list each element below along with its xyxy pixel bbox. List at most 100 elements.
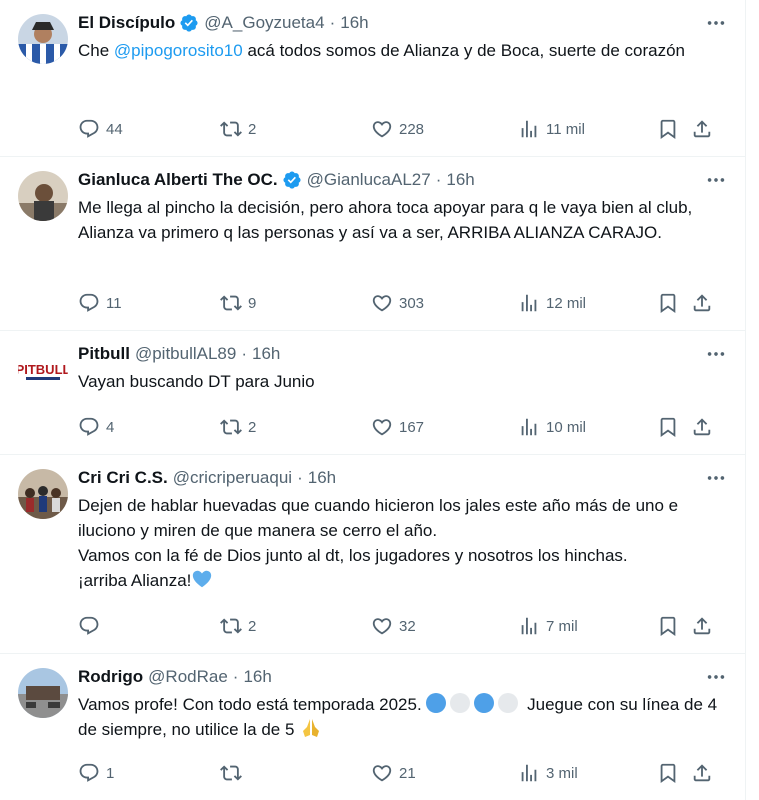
retweet-icon (220, 615, 242, 637)
more-icon[interactable] (703, 169, 729, 191)
heart-icon (371, 416, 393, 438)
bookmark-button[interactable] (657, 760, 679, 786)
bookmark-button[interactable] (657, 613, 679, 639)
reply-button[interactable]: 44 (78, 116, 123, 142)
tweet-header: Rodrigo @RodRae · 16h (78, 666, 729, 688)
display-name[interactable]: Rodrigo (78, 667, 143, 687)
reply-icon (78, 416, 100, 438)
views-button[interactable]: 7 mil (518, 613, 578, 639)
white-circle-emoji-icon (498, 693, 519, 713)
tweet-content: Gianluca Alberti The OC. @GianlucaAL27 ·… (78, 169, 729, 245)
tweet-header: Gianluca Alberti The OC. @GianlucaAL27 ·… (78, 169, 729, 191)
like-button[interactable]: 167 (371, 414, 424, 440)
retweet-button[interactable]: 9 (220, 290, 256, 316)
tweet[interactable]: PITBULL Pitbull @pitbullAL89 · 16h Vayan… (0, 331, 745, 455)
bookmark-button[interactable] (657, 290, 679, 316)
reply-button[interactable]: 11 (78, 290, 122, 316)
retweet-icon (220, 118, 242, 140)
tweet[interactable]: Gianluca Alberti The OC. @GianlucaAL27 ·… (0, 157, 745, 331)
verified-badge-icon (282, 170, 302, 190)
user-handle[interactable]: @RodRae (148, 667, 228, 687)
white-circle-emoji-icon (450, 693, 471, 713)
retweet-button[interactable]: 2 (220, 613, 256, 639)
views-button[interactable]: 10 mil (518, 414, 586, 440)
reply-button[interactable]: 1 (78, 760, 114, 786)
tweet[interactable]: El Discípulo @A_Goyzueta4 · 16h Che @pip… (0, 0, 745, 157)
share-button[interactable] (691, 116, 713, 142)
display-name[interactable]: El Discípulo (78, 13, 175, 33)
retweet-button[interactable] (220, 760, 248, 786)
more-icon[interactable] (703, 343, 729, 365)
separator-dot: · (329, 13, 336, 32)
heart-icon (371, 615, 393, 637)
svg-text:PITBULL: PITBULL (18, 362, 68, 377)
retweet-button[interactable]: 2 (220, 414, 256, 440)
heart-icon (371, 762, 393, 784)
view-count: 10 mil (546, 418, 587, 436)
views-icon (518, 416, 540, 438)
share-icon (691, 118, 713, 140)
avatar[interactable] (18, 668, 68, 718)
user-handle[interactable]: @pitbullAL89 (135, 344, 236, 364)
reply-icon (78, 615, 100, 637)
tweet-header: Pitbull @pitbullAL89 · 16h (78, 343, 729, 365)
avatar[interactable] (18, 469, 68, 519)
timestamp[interactable]: 16h (252, 344, 280, 364)
share-button[interactable] (691, 613, 713, 639)
user-handle[interactable]: @cricriperuaqui (173, 468, 292, 488)
mention-link[interactable]: @pipogorosito10 (114, 41, 243, 60)
view-count: 7 mil (546, 617, 578, 635)
retweet-button[interactable]: 2 (220, 116, 256, 142)
bookmark-button[interactable] (657, 414, 679, 440)
more-icon[interactable] (703, 12, 729, 34)
tweet-header: El Discípulo @A_Goyzueta4 · 16h (78, 12, 729, 34)
display-name[interactable]: Gianluca Alberti The OC. (78, 170, 278, 190)
blue-circle-emoji-icon (474, 693, 495, 713)
bookmark-button[interactable] (657, 116, 679, 142)
tweet-content: Cri Cri C.S. @cricriperuaqui · 16h Dejen… (78, 467, 729, 593)
tweet-content: Pitbull @pitbullAL89 · 16h Vayan buscand… (78, 343, 729, 394)
retweet-count: 2 (248, 418, 257, 436)
avatar[interactable]: PITBULL (18, 345, 68, 395)
reply-icon (78, 292, 100, 314)
like-button[interactable]: 32 (371, 613, 416, 639)
reply-button[interactable] (78, 613, 106, 639)
separator-dot: · (435, 170, 442, 189)
more-icon[interactable] (703, 666, 729, 688)
like-count: 167 (399, 418, 425, 436)
views-icon (518, 762, 540, 784)
separator-dot: · (297, 468, 303, 487)
user-handle[interactable]: @GianlucaAL27 (307, 170, 431, 190)
more-icon[interactable] (703, 467, 729, 489)
views-button[interactable]: 12 mil (518, 290, 586, 316)
avatar[interactable] (18, 14, 68, 64)
tweet-header: Cri Cri C.S. @cricriperuaqui · 16h (78, 467, 729, 489)
retweet-count: 9 (248, 294, 257, 312)
timestamp[interactable]: 16h (446, 170, 474, 190)
tweet[interactable]: Rodrigo @RodRae · 16h Vamos profe! Con t… (0, 654, 745, 800)
tweet[interactable]: Cri Cri C.S. @cricriperuaqui · 16h Dejen… (0, 455, 745, 654)
action-bar: 1 21 3 mil (78, 760, 729, 786)
share-button[interactable] (691, 760, 713, 786)
timestamp[interactable]: 16h (308, 468, 336, 488)
retweet-count: 2 (248, 617, 257, 635)
display-name[interactable]: Cri Cri C.S. (78, 468, 168, 488)
reply-button[interactable]: 4 (78, 414, 114, 440)
avatar[interactable] (18, 171, 68, 221)
views-icon (518, 292, 540, 314)
like-button[interactable]: 228 (371, 116, 424, 142)
separator-dot: · (241, 344, 248, 363)
timestamp[interactable]: 16h (243, 667, 271, 687)
views-button[interactable]: 3 mil (518, 760, 578, 786)
share-button[interactable] (691, 414, 713, 440)
display-name[interactable]: Pitbull (78, 344, 130, 364)
separator-dot: · (232, 667, 239, 686)
views-button[interactable]: 11 mil (518, 116, 585, 142)
action-bar: 11 9 303 12 mil (78, 290, 729, 316)
like-button[interactable]: 303 (371, 290, 424, 316)
tweet-text: Che @pipogorosito10 acá todos somos de A… (78, 38, 729, 63)
share-button[interactable] (691, 290, 713, 316)
like-button[interactable]: 21 (371, 760, 416, 786)
timestamp[interactable]: 16h (340, 13, 368, 33)
user-handle[interactable]: @A_Goyzueta4 (204, 13, 324, 33)
